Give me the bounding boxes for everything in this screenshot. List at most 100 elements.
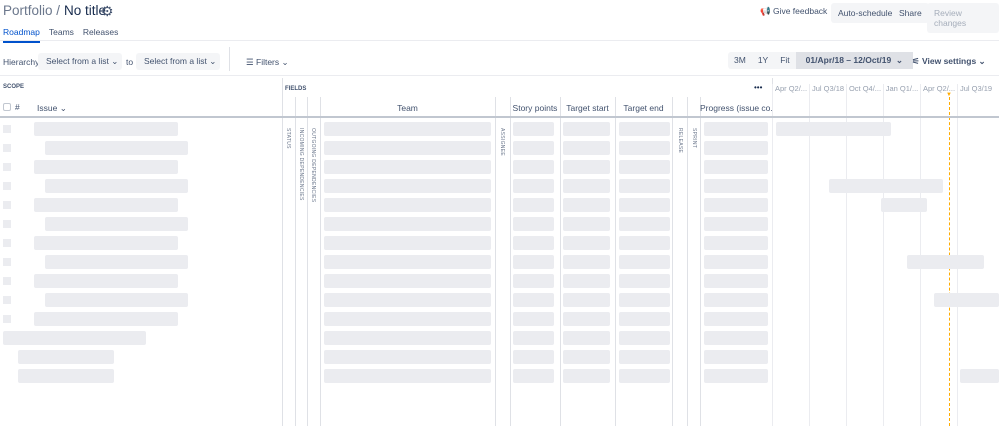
hierarchy-to-select[interactable]: Select from a list ⌄ xyxy=(136,53,220,70)
chevron-down-icon: ⌄ xyxy=(209,56,217,66)
gear-icon[interactable]: ⚙ xyxy=(101,3,114,20)
team-placeholder xyxy=(324,293,491,307)
progress-placeholder xyxy=(704,274,768,288)
auto-schedule-button[interactable]: Auto-schedule xyxy=(831,3,900,23)
issue-label: Issue xyxy=(37,103,58,113)
issue-placeholder xyxy=(34,312,178,326)
more-options-button[interactable]: ••• xyxy=(754,83,762,92)
progress-placeholder xyxy=(704,369,768,383)
view-settings-button[interactable]: ⚟ View settings ⌄ xyxy=(912,56,986,67)
target-end-placeholder xyxy=(619,274,670,288)
progress-placeholder xyxy=(704,160,768,174)
target-end-placeholder xyxy=(619,331,670,345)
select-all-checkbox[interactable] xyxy=(3,103,11,111)
team-placeholder xyxy=(324,274,491,288)
issue-placeholder xyxy=(34,198,178,212)
target-start-placeholder xyxy=(563,217,610,231)
row-checkbox[interactable] xyxy=(3,258,11,266)
breadcrumb[interactable]: Portfolio / xyxy=(3,3,60,18)
row-checkbox[interactable] xyxy=(3,163,11,171)
sliders-icon: ⚟ xyxy=(912,56,920,66)
progress-placeholder xyxy=(704,122,768,136)
target-start-placeholder xyxy=(563,255,610,269)
sprint-column-header[interactable]: SPRINT xyxy=(691,128,697,148)
row-checkbox[interactable] xyxy=(3,277,11,285)
timeline-bar-placeholder xyxy=(829,179,943,193)
target-end-placeholder xyxy=(619,217,670,231)
issue-placeholder xyxy=(34,122,178,136)
incoming-dependencies-column-header[interactable]: INCOMING DEPENDENCIES xyxy=(298,128,304,201)
progress-column-header[interactable]: Progress (issue co... xyxy=(700,103,772,113)
hierarchy-from-select[interactable]: Select from a list ⌄ xyxy=(38,53,122,70)
team-placeholder xyxy=(324,198,491,212)
zoom-1y-button[interactable]: 1Y xyxy=(752,52,774,69)
team-placeholder xyxy=(324,350,491,364)
issue-placeholder xyxy=(18,369,114,383)
target-start-placeholder xyxy=(563,122,610,136)
zoom-fit-button[interactable]: Fit xyxy=(774,52,795,69)
story-points-placeholder xyxy=(513,350,554,364)
row-checkbox[interactable] xyxy=(3,144,11,152)
issue-placeholder xyxy=(34,160,178,174)
filters-label: Filters xyxy=(256,57,280,67)
team-placeholder xyxy=(324,236,491,250)
date-range-value: 01/Apr/18 – 12/Oct/19 xyxy=(805,55,892,65)
story-points-placeholder xyxy=(513,236,554,250)
row-checkbox[interactable] xyxy=(3,125,11,133)
story-points-column-header[interactable]: Story points xyxy=(510,103,560,113)
issue-placeholder xyxy=(3,331,146,345)
issue-placeholder xyxy=(34,274,178,288)
story-points-placeholder xyxy=(513,274,554,288)
story-points-placeholder xyxy=(513,122,554,136)
status-column-header[interactable]: STATUS xyxy=(285,128,291,149)
filters-button[interactable]: ☰ Filters ⌄ xyxy=(246,57,289,68)
scope-label: SCOPE xyxy=(3,84,25,90)
issue-placeholder xyxy=(45,179,188,193)
target-end-placeholder xyxy=(619,179,670,193)
issue-column-header[interactable]: Issue ⌄ xyxy=(37,103,67,114)
story-points-placeholder xyxy=(513,217,554,231)
plan-title[interactable]: No title xyxy=(64,3,106,18)
row-checkbox[interactable] xyxy=(3,315,11,323)
progress-placeholder xyxy=(704,179,768,193)
timeline-bar-placeholder xyxy=(776,122,891,136)
row-checkbox[interactable] xyxy=(3,220,11,228)
share-button[interactable]: Share xyxy=(892,3,929,23)
give-feedback-button[interactable]: 📢 Give feedback xyxy=(760,6,827,17)
progress-placeholder xyxy=(704,236,768,250)
target-start-placeholder xyxy=(563,293,610,307)
target-start-placeholder xyxy=(563,350,610,364)
target-start-placeholder xyxy=(563,179,610,193)
target-end-placeholder xyxy=(619,312,670,326)
target-start-column-header[interactable]: Target start xyxy=(560,103,615,113)
assignee-column-header[interactable]: ASSIGNEE xyxy=(499,128,505,156)
target-end-placeholder xyxy=(619,350,670,364)
issue-placeholder xyxy=(45,293,188,307)
issue-placeholder xyxy=(45,141,188,155)
hierarchy-label: Hierarchy: xyxy=(3,57,42,67)
row-checkbox[interactable] xyxy=(3,239,11,247)
target-start-placeholder xyxy=(563,141,610,155)
issue-placeholder xyxy=(18,350,114,364)
target-end-column-header[interactable]: Target end xyxy=(615,103,672,113)
date-range-select[interactable]: 01/Apr/18 – 12/Oct/19 ⌄ xyxy=(795,52,914,69)
issue-placeholder xyxy=(45,255,188,269)
story-points-placeholder xyxy=(513,312,554,326)
team-placeholder xyxy=(324,255,491,269)
give-feedback-label: Give feedback xyxy=(772,6,828,16)
team-column-header[interactable]: Team xyxy=(320,103,495,113)
progress-placeholder xyxy=(704,312,768,326)
target-start-placeholder xyxy=(563,160,610,174)
row-checkbox[interactable] xyxy=(3,296,11,304)
review-changes-button[interactable]: Review changes xyxy=(927,3,999,33)
release-column-header[interactable]: RELEASE xyxy=(677,128,683,153)
outgoing-dependencies-column-header[interactable]: OUTGOING DEPENDENCIES xyxy=(310,128,316,202)
progress-placeholder xyxy=(704,331,768,345)
row-checkbox[interactable] xyxy=(3,201,11,209)
row-checkbox[interactable] xyxy=(3,182,11,190)
hierarchy-from-value: Select from a list xyxy=(46,56,109,66)
hierarchy-to-value: Select from a list xyxy=(144,56,207,66)
zoom-3m-button[interactable]: 3M xyxy=(728,52,752,69)
story-points-placeholder xyxy=(513,141,554,155)
target-end-placeholder xyxy=(619,293,670,307)
